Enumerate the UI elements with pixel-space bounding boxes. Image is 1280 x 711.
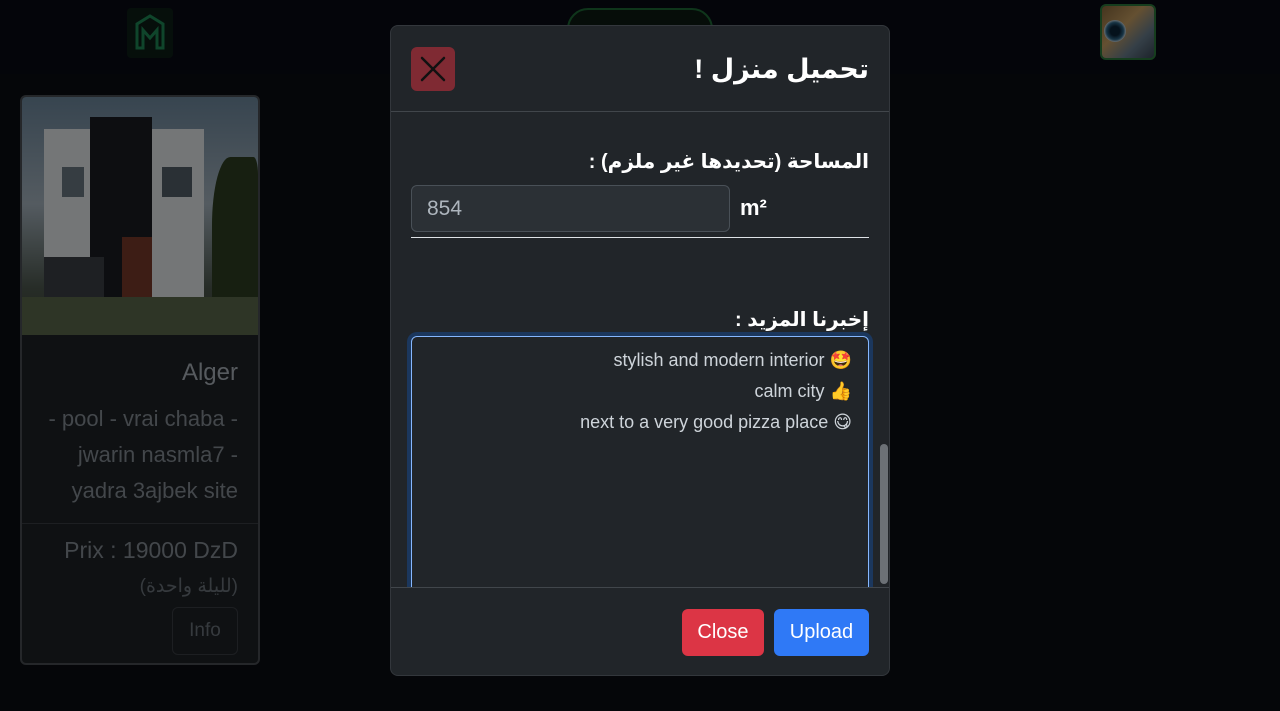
area-label: المساحة (تحديدها غير ملزم) : xyxy=(588,151,869,173)
upload-house-modal: تحميل منزل ! المساحة (تحديدها غير ملزم) … xyxy=(390,25,890,676)
yum-emoji-icon: 😋 xyxy=(833,412,852,433)
area-unit: m² xyxy=(740,195,767,220)
modal-header: تحميل منزل ! xyxy=(391,26,889,112)
details-line: stylish and modern interior 🤩 xyxy=(428,345,852,376)
upload-button[interactable]: Upload xyxy=(774,609,869,656)
details-line-text: next to a very good pizza place xyxy=(580,412,829,432)
modal-scrollbar-thumb[interactable] xyxy=(880,444,888,584)
details-line-text: stylish and modern interior xyxy=(613,350,825,370)
modal-footer: Close Upload xyxy=(391,587,889,675)
close-x-icon xyxy=(420,56,446,82)
thumbs-up-emoji-icon: 👍 xyxy=(829,381,852,402)
close-button[interactable]: Close xyxy=(682,609,764,656)
details-line-text: calm city xyxy=(754,381,825,401)
details-line: next to a very good pizza place 😋 xyxy=(428,407,852,438)
area-divider xyxy=(411,237,869,238)
area-input[interactable] xyxy=(411,185,730,232)
details-textarea[interactable]: stylish and modern interior 🤩 calm city … xyxy=(411,336,869,587)
details-line: calm city 👍 xyxy=(428,376,852,407)
modal-title: تحميل منزل ! xyxy=(694,54,869,84)
modal-body: المساحة (تحديدها غير ملزم) : m² إخبرنا ا… xyxy=(391,113,889,587)
star-struck-emoji-icon: 🤩 xyxy=(829,350,852,371)
more-details-label: إخبرنا المزيد : xyxy=(735,309,869,331)
close-x-button[interactable] xyxy=(411,47,455,91)
